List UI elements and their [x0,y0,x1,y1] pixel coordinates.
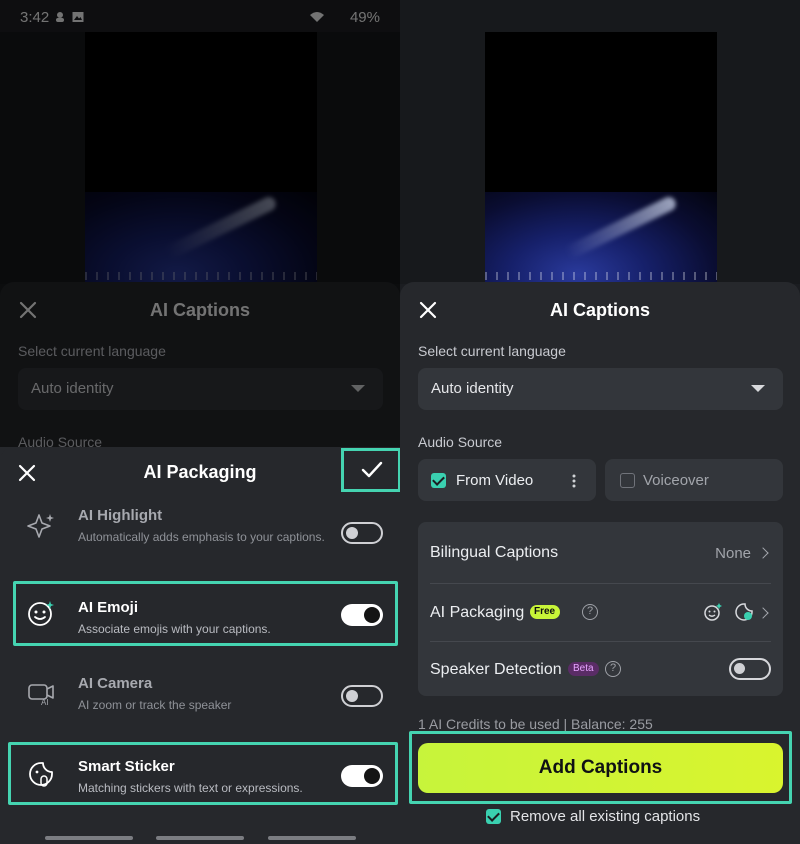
add-captions-button[interactable]: Add Captions [418,743,783,793]
ai-highlight-title: AI Highlight [78,507,163,524]
bilingual-value: None [715,545,751,562]
smart-sticker-subtitle: Matching stickers with text or expressio… [78,781,303,795]
source-from-video[interactable]: From Video [418,459,596,501]
voiceover-checkbox[interactable] [620,473,635,488]
free-badge-text: Free [534,606,556,617]
confirm-button[interactable] [341,448,400,492]
ai-camera-title: AI Camera [78,675,153,692]
smart-sticker-title: Smart Sticker [78,758,175,775]
caption-options-card: Bilingual Captions None AI Packaging Fre… [418,522,783,696]
language-label: Select current language [18,343,166,359]
speaker-detection-row[interactable]: Speaker Detection Beta ? [430,641,771,699]
ai-emoji-subtitle: Associate emojis with your captions. [78,622,271,636]
dropdown-caret-icon [351,385,365,392]
credits-info: 1 AI Credits to be used | Balance: 255 [418,716,653,732]
ai-camera-subtitle: AI zoom or track the speaker [78,698,232,712]
gallery-icon [72,12,84,22]
status-bar: 3:42 49% [0,0,400,34]
ai-highlight-toggle[interactable] [341,522,383,544]
svg-text:AI: AI [41,698,49,707]
sticker-icon [735,603,753,621]
language-value: Auto identity [431,380,514,397]
language-value: Auto identity [31,380,114,397]
ai-packaging-sheet: AI Packaging AI Highlight Automatically … [0,447,400,844]
language-label: Select current language [418,343,566,359]
ai-emoji-row[interactable]: AI Emoji Associate emojis with your capt… [14,582,397,646]
beta-badge: Beta [568,662,599,676]
dropdown-caret-icon [751,385,765,392]
bilingual-label: Bilingual Captions [430,544,559,561]
sticker-icon [29,762,53,787]
ai-emoji-toggle[interactable] [341,604,383,626]
video-preview[interactable] [85,32,317,284]
more-icon[interactable] [571,473,577,489]
remove-captions-label: Remove all existing captions [510,808,701,825]
help-icon[interactable]: ? [582,604,598,620]
ai-emoji-title: AI Emoji [78,599,139,616]
emoji-icon [704,603,722,621]
ai-camera-row[interactable]: AI AI Camera AI zoom or track the speake… [14,661,397,725]
bilingual-captions-row[interactable]: Bilingual Captions None [430,524,771,582]
chevron-right-icon [757,607,769,619]
sparkle-icon [27,514,54,538]
free-badge: Free [530,605,561,619]
audio-source-label: Audio Source [418,434,503,450]
help-icon[interactable]: ? [605,661,621,677]
language-dropdown[interactable]: Auto identity [418,368,783,410]
sheet-title: AI Captions [149,300,250,320]
ai-highlight-subtitle: Automatically adds emphasis to your capt… [78,530,325,544]
left-screen: 3:42 49% AI Captions Select current lang… [0,0,400,844]
home-indicator [156,836,244,840]
language-dropdown[interactable]: Auto identity [18,368,383,410]
home-indicator [268,836,356,840]
video-preview[interactable] [485,32,717,284]
from-video-label: From Video [456,472,534,489]
remove-captions-checkbox[interactable] [486,809,501,824]
ai-packaging-row[interactable]: AI Packaging Free ? [430,584,771,642]
ai-camera-toggle[interactable] [341,685,383,707]
home-indicator [45,836,133,840]
ai-highlight-row[interactable]: AI Highlight Automatically adds emphasis… [14,494,397,558]
video-preview-area [400,32,800,284]
smart-sticker-row[interactable]: Smart Sticker Matching stickers with tex… [14,743,397,807]
chevron-right-icon [757,547,769,559]
status-time: 3:42 [20,9,50,26]
packaging-title: AI Packaging [143,462,257,482]
wifi-icon [310,12,324,22]
source-voiceover[interactable]: Voiceover [605,459,783,501]
notification-icon [56,12,64,22]
battery-level: 49% [349,9,380,26]
speaker-detection-toggle[interactable] [729,658,771,680]
ai-packaging-label: AI Packaging [430,604,525,621]
speaker-detection-label: Speaker Detection [430,661,562,678]
voiceover-label: Voiceover [643,472,709,489]
smart-sticker-toggle[interactable] [341,765,383,787]
ai-camera-icon: AI [28,684,54,707]
sheet-title: AI Captions [549,300,650,320]
check-icon [361,461,383,478]
emoji-icon [28,601,54,626]
from-video-checkbox[interactable] [431,473,446,488]
status-bar [400,0,800,34]
video-preview-area [0,32,400,284]
